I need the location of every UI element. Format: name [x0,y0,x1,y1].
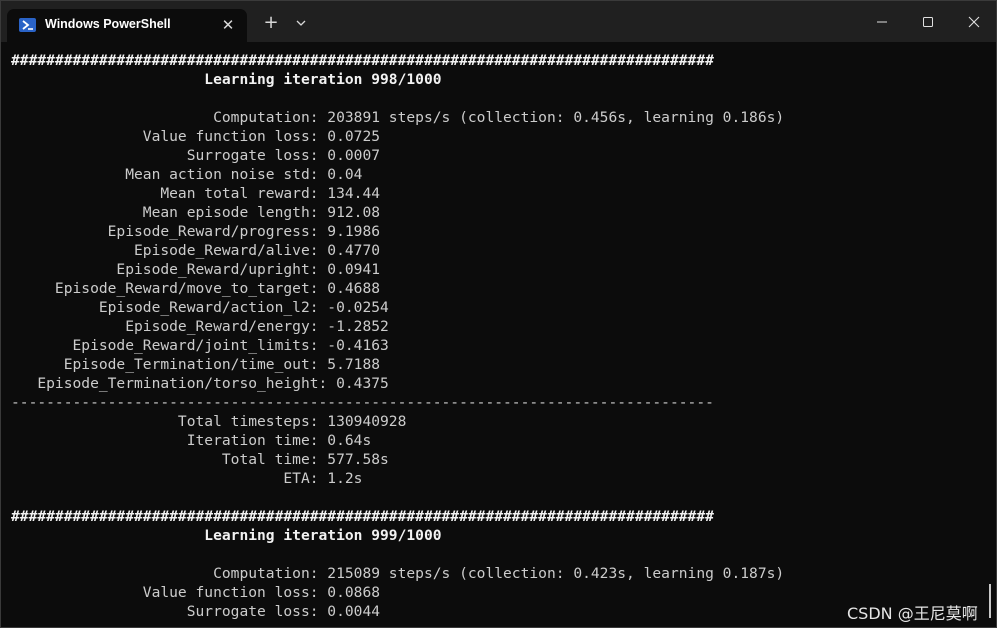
terminal-line: Total time: 577.58s [11,451,389,468]
terminal-line: ########################################… [11,52,714,69]
terminal-line: Surrogate loss: 0.0007 [11,147,381,164]
title-bar[interactable]: Windows PowerShell ✕ + [1,1,996,42]
terminal-line: Episode_Reward/energy: -1.2852 [11,318,389,335]
powershell-icon [19,18,36,32]
terminal-line: Mean action noise std: 0.04 [11,166,363,183]
terminal-line: Learning iteration 999/1000 [11,527,442,544]
terminal-line: ########################################… [11,508,714,525]
maximize-button[interactable] [905,9,951,35]
new-tab-button[interactable]: + [261,13,281,33]
terminal-line: Value function loss: 0.0868 [11,584,381,601]
close-tab-icon[interactable]: ✕ [219,16,237,34]
powershell-window: Windows PowerShell ✕ + #################… [0,0,997,628]
terminal-line: Episode_Reward/upright: 0.0941 [11,261,381,278]
terminal-line: Episode_Reward/move_to_target: 0.4688 [11,280,381,297]
scrollbar-thumb[interactable] [989,584,991,618]
close-window-button[interactable] [951,9,996,35]
terminal-line: Mean episode length: 912.08 [11,204,381,221]
terminal-line: Total timesteps: 130940928 [11,413,407,430]
terminal-line: Iteration time: 0.64s [11,432,372,449]
terminal-line: Surrogate loss: 0.0044 [11,603,381,620]
terminal-line: Value function loss: 0.0725 [11,128,381,145]
terminal-line: ----------------------------------------… [11,394,714,411]
terminal-line: Episode_Reward/progress: 9.1986 [11,223,381,240]
terminal-line: Computation: 203891 steps/s (collection:… [11,109,785,126]
terminal-line: Learning iteration 998/1000 [11,71,442,88]
tab-windows-powershell[interactable]: Windows PowerShell ✕ [7,9,247,42]
terminal-line: Computation: 215089 steps/s (collection:… [11,565,785,582]
terminal-line: Episode_Reward/alive: 0.4770 [11,242,381,259]
tab-title: Windows PowerShell [45,17,171,31]
terminal-line: Episode_Termination/time_out: 5.7188 [11,356,381,373]
terminal-line: Episode_Reward/action_l2: -0.0254 [11,299,389,316]
terminal-line: Mean total reward: 134.44 [11,185,381,202]
terminal-line: Episode_Termination/torso_height: 0.4375 [11,375,389,392]
chevron-down-icon[interactable] [292,14,310,32]
terminal-output[interactable]: ########################################… [11,51,991,626]
watermark: CSDN @王尼莫啊 [847,604,978,623]
terminal-line: Episode_Reward/joint_limits: -0.4163 [11,337,389,354]
terminal-line: ETA: 1.2s [11,470,363,487]
minimize-button[interactable] [859,9,905,35]
